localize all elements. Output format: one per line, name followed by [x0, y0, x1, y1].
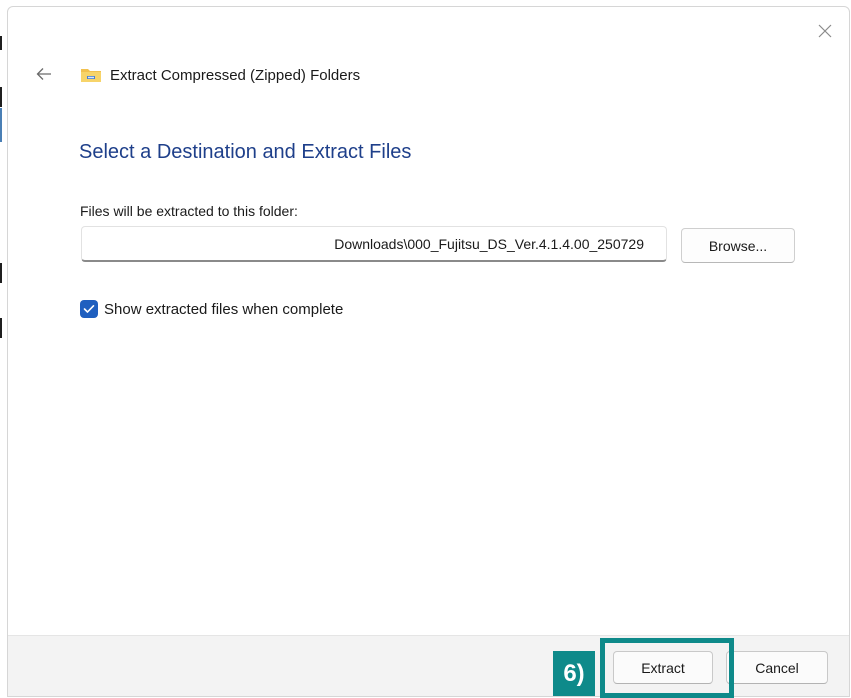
back-arrow-icon — [36, 68, 51, 80]
screen: Extract Compressed (Zipped) Folders Sele… — [0, 0, 851, 698]
cancel-button[interactable]: Cancel — [726, 651, 828, 684]
show-files-label: Show extracted files when complete — [104, 300, 344, 318]
back-button[interactable] — [32, 62, 56, 86]
browse-button[interactable]: Browse... — [681, 228, 795, 263]
checkmark-icon — [83, 305, 95, 313]
extract-button[interactable]: Extract — [613, 651, 713, 684]
dialog-footer — [8, 635, 849, 696]
window-title: Extract Compressed (Zipped) Folders — [110, 66, 361, 84]
step-number-label: 6) — [553, 651, 595, 696]
window-title-bar: Extract Compressed (Zipped) Folders — [80, 65, 360, 85]
show-files-checkbox-row[interactable]: Show extracted files when complete — [80, 300, 343, 318]
page-heading: Select a Destination and Extract Files — [79, 141, 412, 163]
destination-label: Files will be extracted to this folder: — [80, 203, 298, 219]
background-window-edge — [0, 318, 2, 338]
background-window-edge — [0, 36, 2, 50]
background-window-edge — [0, 87, 2, 107]
close-button[interactable] — [813, 19, 837, 43]
show-files-checkbox[interactable] — [80, 300, 98, 318]
background-window-edge — [0, 263, 2, 283]
zip-folder-icon — [80, 67, 102, 83]
extract-dialog: Extract Compressed (Zipped) Folders Sele… — [7, 6, 850, 697]
destination-path-input[interactable] — [81, 226, 667, 262]
close-icon — [818, 24, 832, 38]
background-window-edge — [0, 108, 2, 142]
